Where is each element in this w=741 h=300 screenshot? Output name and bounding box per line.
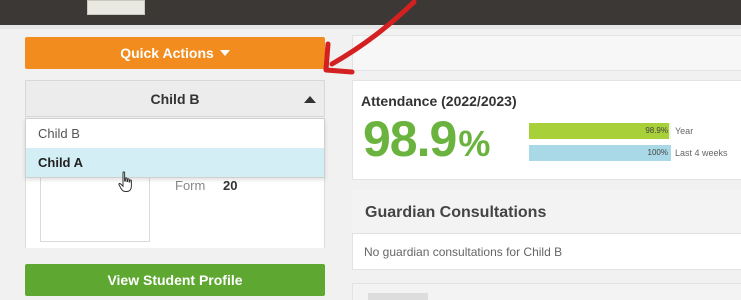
view-student-profile-button[interactable]: View Student Profile — [25, 264, 325, 296]
attendance-percentage: 98.9% — [363, 111, 490, 171]
school-logo[interactable] — [87, 0, 145, 15]
attendance-bar-weeks-value: 100% — [647, 148, 668, 157]
attendance-bar-year-value: 98.9% — [645, 126, 668, 135]
hand-pointer-icon — [118, 171, 132, 192]
guardian-consultations-title: Guardian Consultations — [365, 204, 547, 221]
attendance-unit: % — [458, 123, 490, 164]
child-select-value: Child B — [150, 90, 200, 107]
annotation-arrow-icon — [323, 0, 417, 75]
child-option-child-b[interactable]: Child B — [26, 119, 324, 148]
next-panel-title — [368, 293, 428, 300]
guardian-consultations-message: No guardian consultations for Child B — [364, 245, 563, 259]
form-value: 20 — [223, 178, 238, 193]
quick-actions-label: Quick Actions — [120, 45, 214, 61]
attendance-bar-year-label: Year — [675, 126, 694, 136]
attendance-value: 98.9 — [363, 111, 457, 167]
form-label: Form — [175, 178, 206, 193]
child-option-child-a[interactable]: Child A — [26, 148, 324, 177]
child-select-dropdown[interactable]: Child B — [25, 80, 325, 117]
quick-actions-button[interactable]: Quick Actions — [25, 37, 325, 69]
caret-up-icon — [304, 96, 316, 103]
caret-down-icon — [219, 50, 230, 56]
view-profile-label: View Student Profile — [107, 272, 243, 288]
attendance-title: Attendance (2022/2023) — [361, 93, 517, 109]
child-select-menu: Child B Child A — [25, 118, 325, 178]
attendance-bar-weeks: 100% — [529, 145, 671, 161]
attendance-bar-weeks-label: Last 4 weeks — [675, 148, 728, 158]
attendance-bar-year: 98.9% — [529, 123, 671, 139]
